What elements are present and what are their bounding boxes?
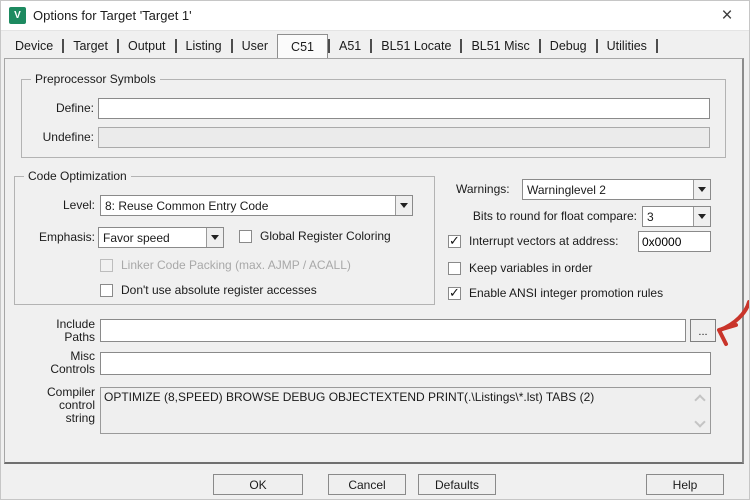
float-compare-bits-value: 3 (647, 209, 654, 224)
warnings-label: Warnings: (456, 182, 510, 196)
misc-controls-label: Misc Controls (50, 349, 95, 376)
checkbox-label: Linker Code Packing (max. AJMP / ACALL) (121, 258, 351, 272)
options-for-target-dialog: V Options for Target 'Target 1' × Device… (0, 0, 750, 500)
tab-a51[interactable]: A51 (330, 34, 370, 58)
ok-button[interactable]: OK (213, 474, 303, 495)
tab-strip: Device Target Output Listing User C51 A5… (6, 34, 658, 58)
ansi-integer-promotion-checkbox[interactable]: Enable ANSI integer promotion rules (448, 285, 664, 301)
include-paths-input[interactable] (100, 319, 686, 342)
tab-target[interactable]: Target (64, 34, 117, 58)
keep-variables-in-order-checkbox[interactable]: Keep variables in order (448, 261, 592, 276)
emphasis-dropdown[interactable]: Favor speed (98, 227, 224, 248)
tab-device[interactable]: Device (6, 34, 62, 58)
checkbox-box (448, 285, 461, 301)
tab-output[interactable]: Output (119, 34, 175, 58)
checkbox-box (100, 259, 113, 272)
interrupt-vectors-checkbox[interactable]: Interrupt vectors at address: (448, 233, 619, 249)
emphasis-value: Favor speed (103, 230, 170, 245)
dont-use-absolute-registers-checkbox[interactable]: Don't use absolute register accesses (100, 283, 317, 298)
misc-controls-input[interactable] (100, 352, 711, 375)
compiler-control-string-box[interactable]: OPTIMIZE (8,SPEED) BROWSE DEBUG OBJECTEX… (100, 387, 711, 434)
tab-bl51-locate[interactable]: BL51 Locate (372, 34, 460, 58)
checkbox-label: Enable ANSI integer promotion rules (469, 286, 664, 300)
tab-c51[interactable]: C51 (277, 34, 328, 58)
chevron-down-icon (395, 196, 412, 215)
checkbox-box (239, 230, 252, 243)
interrupt-vector-address-input[interactable] (638, 231, 711, 252)
tab-listing[interactable]: Listing (177, 34, 231, 58)
level-dropdown[interactable]: 8: Reuse Common Entry Code (100, 195, 413, 216)
tab-separator (655, 39, 658, 53)
define-input[interactable] (98, 98, 710, 119)
warnings-dropdown[interactable]: Warninglevel 2 (522, 179, 711, 200)
undefine-label: Undefine: (42, 130, 94, 144)
linker-code-packing-checkbox: Linker Code Packing (max. AJMP / ACALL) (100, 258, 351, 273)
undefine-input (98, 127, 710, 148)
checkbox-label: Interrupt vectors at address: (469, 234, 619, 248)
include-paths-browse-button[interactable]: ... (690, 319, 716, 342)
level-label: Level: (62, 198, 95, 212)
title-bar: V Options for Target 'Target 1' × (1, 1, 749, 31)
close-icon[interactable]: × (713, 3, 741, 29)
chevron-down-icon (206, 228, 223, 247)
cancel-button[interactable]: Cancel (328, 474, 406, 495)
checkbox-label: Keep variables in order (469, 261, 593, 275)
uvision-logo-icon: V (9, 7, 26, 24)
tab-user[interactable]: User (233, 34, 277, 58)
float-compare-bits-label: Bits to round for float compare: (472, 209, 637, 223)
warnings-value: Warninglevel 2 (527, 182, 606, 197)
global-register-coloring-checkbox[interactable]: Global Register Coloring (239, 229, 391, 244)
checkbox-box (448, 262, 461, 275)
define-label: Define: (55, 101, 94, 115)
emphasis-label: Emphasis: (38, 230, 95, 244)
compiler-control-string-label: Compiler control string (46, 385, 95, 425)
group-title: Preprocessor Symbols (31, 72, 160, 86)
chevron-down-icon (693, 207, 710, 226)
tab-bl51-misc[interactable]: BL51 Misc (462, 34, 538, 58)
window-title: Options for Target 'Target 1' (33, 8, 192, 23)
checkbox-box (448, 233, 461, 249)
include-paths-label: Include Paths (56, 317, 95, 344)
defaults-button[interactable]: Defaults (418, 474, 496, 495)
checkbox-label: Don't use absolute register accesses (121, 283, 317, 297)
help-button[interactable]: Help (646, 474, 724, 495)
float-compare-bits-dropdown[interactable]: 3 (642, 206, 711, 227)
checkbox-label: Global Register Coloring (260, 229, 391, 243)
group-title: Code Optimization (24, 169, 131, 183)
chevron-down-icon (693, 180, 710, 199)
level-value: 8: Reuse Common Entry Code (105, 198, 269, 213)
checkbox-box (100, 284, 113, 297)
tab-debug[interactable]: Debug (541, 34, 596, 58)
tab-utilities[interactable]: Utilities (598, 34, 656, 58)
